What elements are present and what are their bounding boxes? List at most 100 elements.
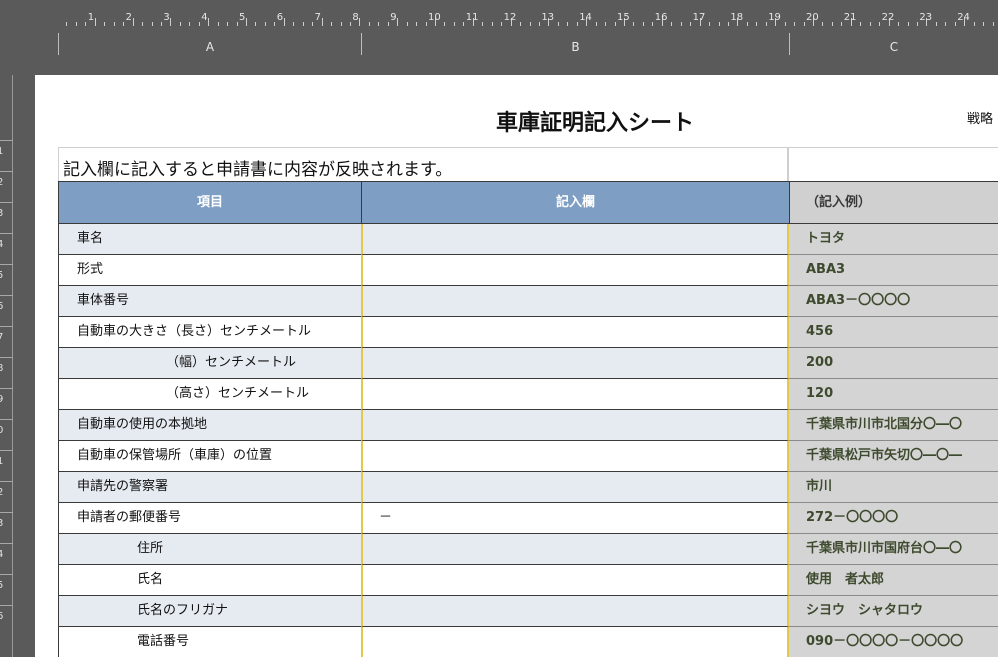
ruler-tick [444,22,446,26]
row-input-cell[interactable] [361,348,789,379]
row-input-cell[interactable] [361,255,789,286]
row-label[interactable]: （高さ）センチメートル [58,379,361,410]
ruler-tick [255,22,257,26]
row-input-cell[interactable] [361,472,789,503]
row-example[interactable]: 市川 [789,472,998,503]
ruler-row-line [0,357,13,358]
row-example[interactable]: 200 [789,348,998,379]
row-example[interactable]: 千葉県市川市国府台〇―〇 [789,534,998,565]
notice-right-cell[interactable] [788,147,998,182]
ruler-tick [113,22,115,26]
row-input-cell[interactable] [361,596,789,627]
ruler-tick [614,22,616,26]
ruler-tick [567,22,569,26]
ruler-tick [425,22,427,26]
row-input-cell[interactable]: － [361,503,789,534]
ruler-tick [501,22,503,26]
row-label[interactable]: （幅）センチメートル [58,348,361,379]
ruler-row-line [0,233,13,234]
ruler-tick [935,22,937,26]
ruler-row-number: 1 [0,456,4,467]
ruler-number: 6 [276,12,284,23]
ruler-major-tick [359,18,361,26]
row-input-cell[interactable] [361,441,789,472]
row-label[interactable]: 申請先の警察署 [58,472,361,503]
ruler-tick [803,22,805,26]
ruler-row-line [0,605,13,606]
row-input-cell[interactable] [361,534,789,565]
ruler-tick [482,22,484,26]
table-row: 形式 ABA3 [58,255,998,286]
ruler-tick [274,22,276,26]
row-example[interactable]: シヨウ シャタロウ [789,596,998,627]
ruler-tick [302,22,304,26]
ruler-number: 15 [617,12,630,23]
ruler-number: 11 [465,12,479,23]
row-label[interactable]: 車体番号 [58,286,361,317]
ruler-row-number: 7 [0,332,4,343]
header-input[interactable]: 記入欄 [361,181,790,224]
ruler-tick [765,22,767,26]
table-row: 申請先の警察署 市川 [58,472,998,503]
row-input-cell[interactable] [361,379,789,410]
row-input-cell[interactable] [361,286,789,317]
ruler-tick [538,22,540,26]
ruler-tick [453,22,455,26]
ruler-tick [869,22,871,26]
row-label[interactable]: 自動車の使用の本拠地 [58,410,361,441]
ruler-tick [671,22,673,26]
ruler-tick [217,22,219,26]
ruler-row-line [0,140,13,141]
header-item[interactable]: 項目 [58,181,362,224]
row-example[interactable]: トヨタ [789,224,998,255]
row-input-cell[interactable] [361,317,789,348]
row-example[interactable]: 090－〇〇〇〇－〇〇〇〇 [789,627,998,657]
column-header-a[interactable]: A [58,33,361,55]
row-label[interactable]: 住所 [58,534,361,565]
column-header-b[interactable]: B [361,33,789,55]
table-header: 項目 記入欄 （記入例） [58,181,998,224]
ruler-number: 13 [541,12,555,23]
ruler-tick [331,22,333,26]
header-example[interactable]: （記入例） [789,181,998,224]
ruler-row-number: 6 [0,611,4,622]
ruler-number: 16 [654,12,668,23]
row-example[interactable]: 千葉県市川市北国分〇―〇 [789,410,998,441]
row-label[interactable]: 自動車の大きさ（長さ）センチメートル [58,317,361,348]
row-label[interactable]: 電話番号 [58,627,361,657]
row-example[interactable]: ABA3 [789,255,998,286]
row-example[interactable]: 120 [789,379,998,410]
ruler-row-number: 5 [0,270,4,281]
ruler-major-tick [94,18,96,26]
row-example[interactable]: 使用 者太郎 [789,565,998,596]
ruler-row-number: 3 [0,208,4,219]
row-label[interactable]: 氏名 [58,565,361,596]
ruler-tick [520,22,522,26]
ruler-tick [378,22,380,26]
ruler-tick [983,22,985,26]
row-input-cell[interactable] [361,224,789,255]
row-example[interactable]: 456 [789,317,998,348]
row-label[interactable]: 形式 [58,255,361,286]
row-example[interactable]: ABA3－〇〇〇〇 [789,286,998,317]
row-label[interactable]: 車名 [58,224,361,255]
ruler-number: 7 [314,12,321,23]
row-input-cell[interactable] [361,565,789,596]
column-header-c[interactable]: C [789,33,998,55]
row-example[interactable]: 272－〇〇〇〇 [789,503,998,534]
ruler-tick [312,22,314,26]
row-label[interactable]: 申請者の郵便番号 [58,503,361,534]
row-input-cell[interactable] [361,627,789,657]
row-example[interactable]: 千葉県松戸市矢切〇―〇― [789,441,998,472]
notice-cell[interactable]: 記入欄に記入すると申請書に内容が反映されます。 [58,147,788,182]
ruler-tick [349,22,351,26]
ruler-row-line [0,264,13,265]
ruler-tick [576,22,578,26]
ruler-tick [992,22,994,26]
ruler-number: 18 [730,12,744,23]
row-input-cell[interactable] [361,410,789,441]
row-label[interactable]: 自動車の保管場所（車庫）の位置 [58,441,361,472]
ruler-tick [151,22,153,26]
ruler-tick [142,22,144,26]
row-label[interactable]: 氏名のフリガナ [58,596,361,627]
